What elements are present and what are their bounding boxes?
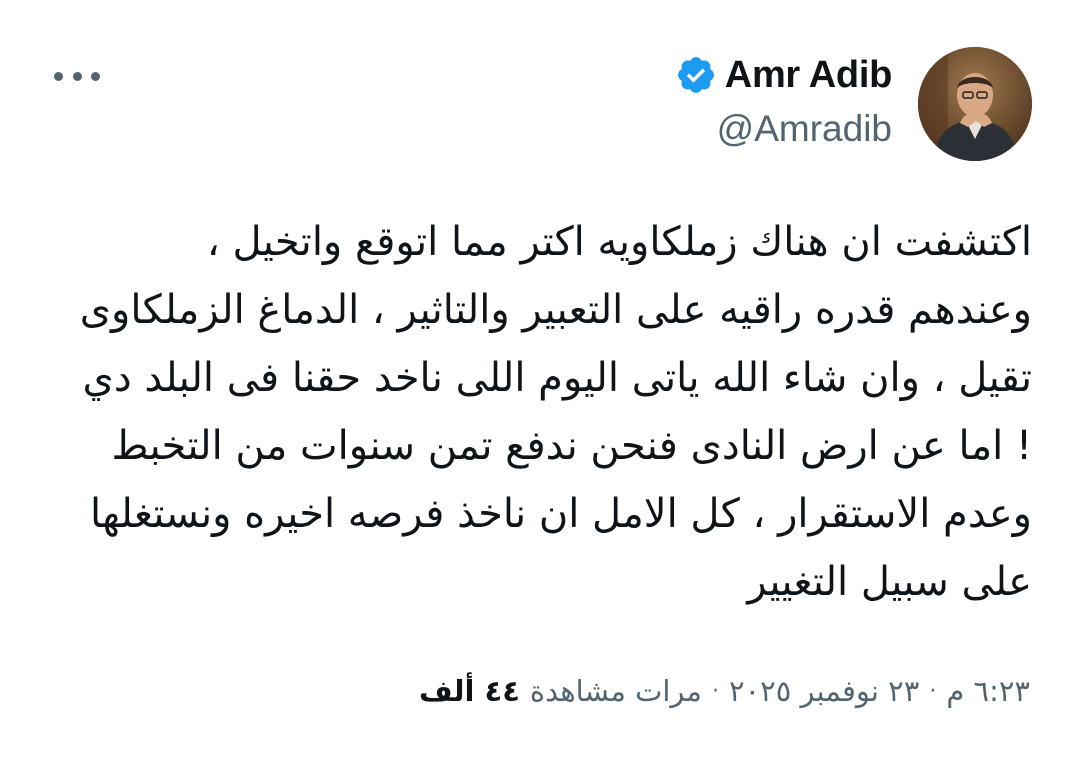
tweet-text-line: تقيل ، وان شاء الله ياتى اليوم اللى ناخد… [82, 355, 1032, 401]
more-dot [72, 71, 82, 81]
author-name-row[interactable]: Amr Adib [675, 52, 892, 98]
avatar-image [918, 47, 1032, 161]
avatar[interactable] [918, 47, 1032, 161]
verified-badge-icon [675, 54, 717, 96]
tweet-text-line: وعندهم قدره راقيه على التعبير والتاثير ،… [79, 287, 1032, 333]
tweet-text-line: وعدم الاستقرار ، كل الامل ان ناخذ فرصه ا… [90, 491, 1032, 537]
meta-separator: · [929, 678, 937, 704]
more-options-button[interactable] [54, 66, 100, 86]
author-handle[interactable]: @Amradib [717, 108, 892, 150]
views-link[interactable]: مرات مشاهدة ٤٤ ألف [419, 674, 702, 708]
tweet-text-line: اكتشفت ان هناك زملكاويه اكتر مما اتوقع و… [206, 219, 1032, 265]
more-dot [91, 71, 100, 81]
tweet-text-line: على سبيل التغيير [747, 559, 1032, 605]
tweet-meta: ٦:٢٣ م · ٢٣ نوفمبر ٢٠٢٥ · مرات مشاهدة ٤٤… [419, 669, 1030, 713]
tweet-text: اكتشفت ان هناك زملكاويه اكتر مما اتوقع و… [46, 208, 1032, 616]
tweet-date[interactable]: ٢٣ نوفمبر ٢٠٢٥ [729, 674, 919, 708]
views-label: مرات مشاهدة [529, 674, 702, 708]
tweet-text-line: ! اما عن ارض النادى فنحن ندفع تمن سنوات … [111, 423, 1032, 469]
tweet-time[interactable]: ٦:٢٣ م [946, 674, 1030, 708]
views-count: ٤٤ ألف [419, 674, 520, 708]
more-dot [54, 71, 63, 81]
tweet-card: Amr Adib @Amradib اكتشفت ان هناك زملكاوي… [0, 0, 1080, 758]
author-display-name[interactable]: Amr Adib [725, 54, 893, 97]
meta-separator: · [711, 678, 719, 704]
